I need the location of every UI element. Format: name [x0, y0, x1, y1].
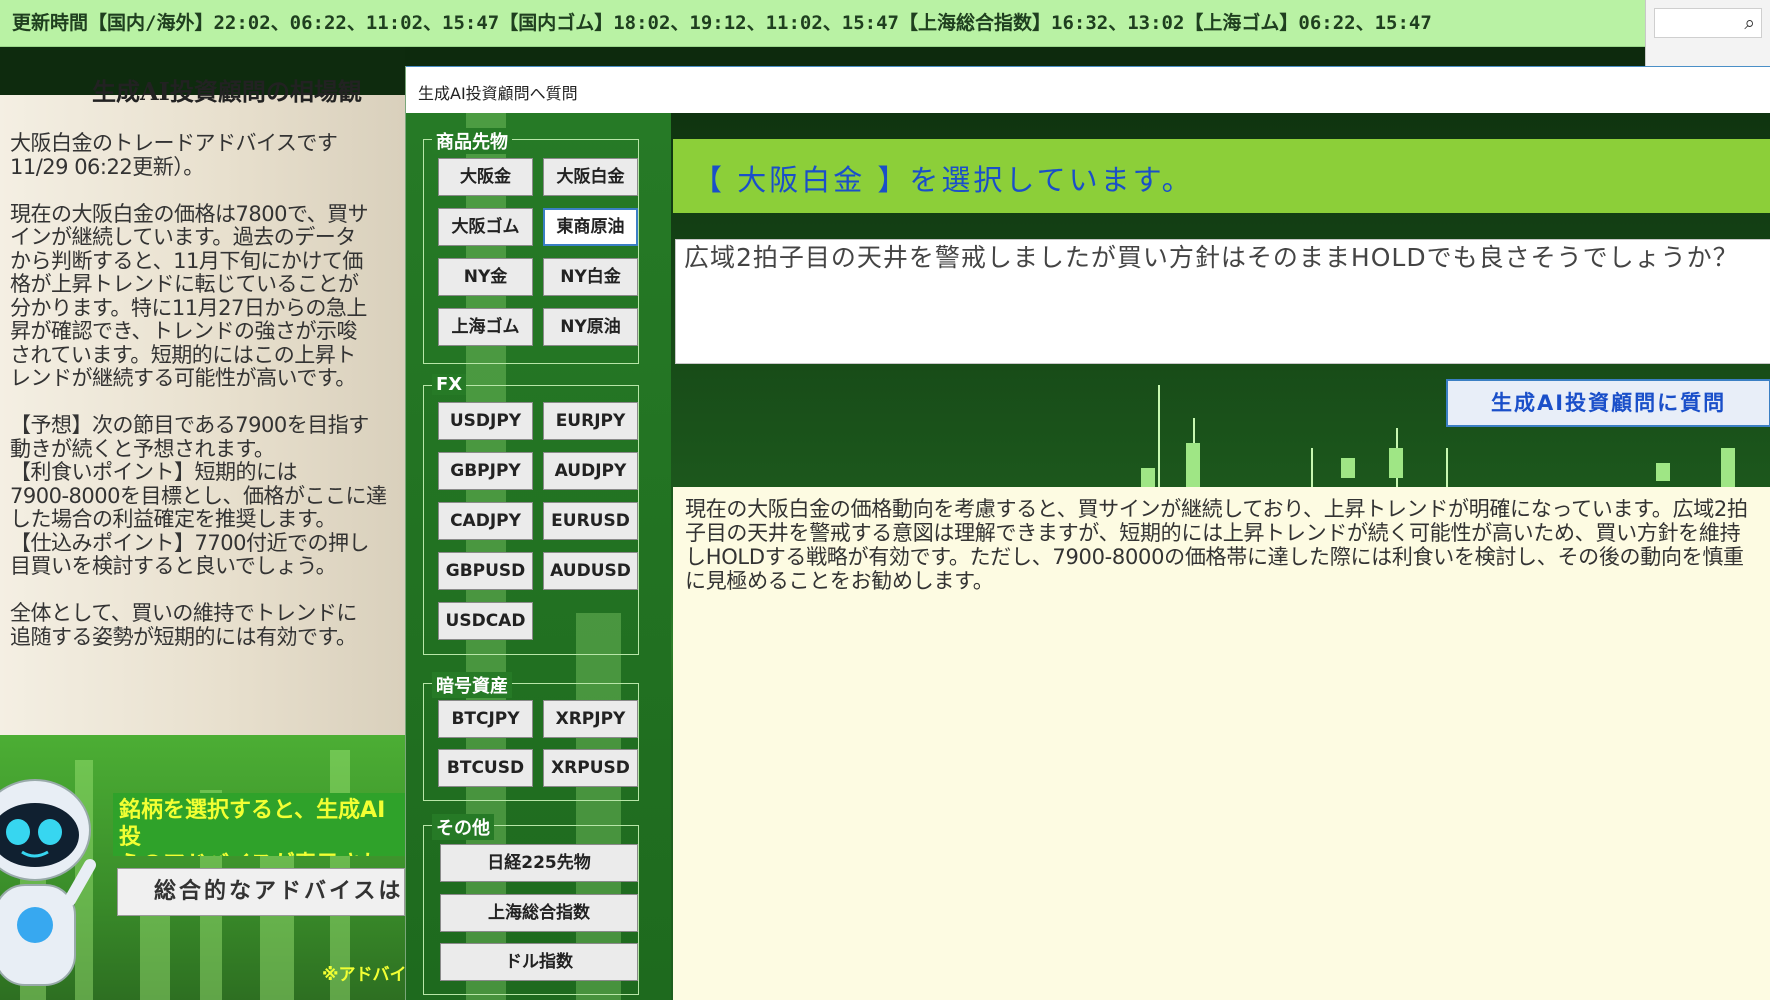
question-input[interactable]: 広域2拍子目の天井を警戒しましたが買い方針はそのままHOLDでも良さそうでしょう…: [675, 239, 1770, 364]
symbol-selector-column: 商品先物 大阪金 大阪白金 大阪ゴム 東商原油 NY金 NY白金 上海ゴム NY…: [406, 113, 671, 1000]
group-fx-label: FX: [432, 374, 467, 395]
advice-note: ※アドバイ: [322, 965, 407, 985]
symbol-button-nikkei225-futures[interactable]: 日経225先物: [440, 844, 638, 882]
ask-ai-advisor-button[interactable]: 生成AI投資顧問に質問: [1446, 379, 1770, 427]
symbol-button-btcjpy[interactable]: BTCJPY: [438, 700, 533, 738]
overall-advice-button[interactable]: 総合的なアドバイスは: [117, 868, 405, 916]
dialog-content-area: 【 大阪白金 】を選択しています。 広域2拍子目の天井を警戒しましたが買い方針は…: [671, 113, 1770, 1000]
group-crypto-label: 暗号資産: [432, 672, 512, 698]
symbol-button-ny-platinum[interactable]: NY白金: [543, 258, 638, 296]
symbol-button-usdcad[interactable]: USDCAD: [438, 602, 533, 640]
instruction-banner: 銘柄を選択すると、生成AI投 らのアドバイスが表示されます: [113, 793, 405, 856]
symbol-button-cadjpy[interactable]: CADJPY: [438, 502, 533, 540]
group-commodities: 商品先物 大阪金 大阪白金 大阪ゴム 東商原油 NY金 NY白金 上海ゴム NY…: [423, 128, 639, 364]
group-crypto: 暗号資産 BTCJPY XRPJPY BTCUSD XRPUSD: [423, 672, 639, 801]
robot-mascot-icon: [0, 779, 96, 986]
symbol-button-xrpusd[interactable]: XRPUSD: [543, 749, 638, 787]
symbol-button-tocom-crude[interactable]: 東商原油: [543, 208, 638, 246]
ai-advisor-question-dialog: 生成AI投資顧問へ質問 商品先物 大阪金 大阪白金 大阪ゴム 東商原油 NY金 …: [405, 66, 1770, 1000]
update-time-ticker: 更新時間【国内/海外】22:02、06:22、11:02、15:47【国内ゴム】…: [0, 0, 1645, 47]
symbol-button-osaka-rubber[interactable]: 大阪ゴム: [438, 208, 533, 246]
search-icon[interactable]: ⌕: [1744, 12, 1755, 34]
group-other: その他 日経225先物 上海総合指数 ドル指数: [423, 814, 639, 995]
symbol-button-eurusd[interactable]: EURUSD: [543, 502, 638, 540]
symbol-button-ny-gold[interactable]: NY金: [438, 258, 533, 296]
dialog-titlebar: 生成AI投資顧問へ質問: [406, 66, 1770, 113]
search-strip: ⌕: [1645, 0, 1770, 66]
selected-symbol-header: 【 大阪白金 】を選択しています。: [673, 139, 1770, 213]
symbol-button-ny-crude[interactable]: NY原油: [543, 308, 638, 346]
group-fx: FX USDJPY EURJPY GBPJPY AUDJPY CADJPY EU…: [423, 374, 639, 655]
market-view-title: 生成AI投資顧問の相場観: [92, 77, 362, 106]
symbol-button-osaka-gold[interactable]: 大阪金: [438, 158, 533, 196]
symbol-button-gbpjpy[interactable]: GBPJPY: [438, 452, 533, 490]
group-other-label: その他: [432, 814, 494, 840]
answer-output: 現在の大阪白金の価格動向を考慮すると、買サインが継続しており、上昇トレンドが明確…: [673, 487, 1770, 1000]
symbol-button-xrpjpy[interactable]: XRPJPY: [543, 700, 638, 738]
symbol-button-shanghai-composite[interactable]: 上海総合指数: [440, 894, 638, 932]
symbol-button-audusd[interactable]: AUDUSD: [543, 552, 638, 590]
symbol-button-audjpy[interactable]: AUDJPY: [543, 452, 638, 490]
market-view-text: 大阪白金のトレードアドバイスです 11/29 06:22更新）。 現在の大阪白金…: [10, 132, 387, 649]
symbol-button-gbpusd[interactable]: GBPUSD: [438, 552, 533, 590]
selected-symbol-text: 【 大阪白金 】を選択しています。: [693, 163, 1194, 197]
symbol-button-eurjpy[interactable]: EURJPY: [543, 402, 638, 440]
symbol-button-btcusd[interactable]: BTCUSD: [438, 749, 533, 787]
group-commodities-label: 商品先物: [432, 128, 512, 154]
symbol-button-usdjpy[interactable]: USDJPY: [438, 402, 533, 440]
dialog-title: 生成AI投資顧問へ質問: [418, 84, 578, 103]
symbol-button-osaka-platinum[interactable]: 大阪白金: [543, 158, 638, 196]
symbol-button-shanghai-rubber[interactable]: 上海ゴム: [438, 308, 533, 346]
symbol-button-dollar-index[interactable]: ドル指数: [440, 943, 638, 981]
search-input[interactable]: ⌕: [1654, 8, 1762, 38]
